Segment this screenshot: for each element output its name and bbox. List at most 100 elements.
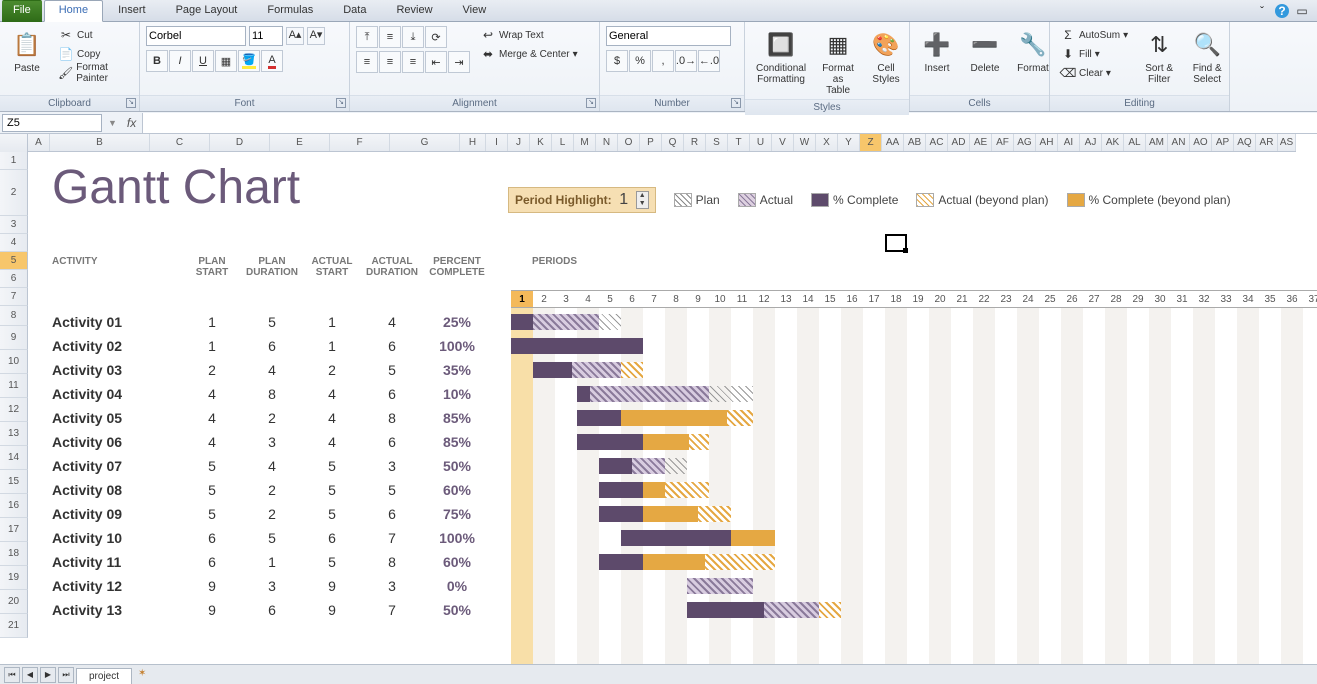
align-center-button[interactable]: ≡ bbox=[379, 51, 401, 73]
col-header-G[interactable]: G bbox=[390, 134, 460, 151]
col-header-AQ[interactable]: AQ bbox=[1234, 134, 1256, 151]
row-header-8[interactable]: 8 bbox=[0, 306, 28, 326]
col-header-AA[interactable]: AA bbox=[882, 134, 904, 151]
col-header-K[interactable]: K bbox=[530, 134, 552, 151]
row-header-3[interactable]: 3 bbox=[0, 216, 28, 234]
row-header-11[interactable]: 11 bbox=[0, 374, 28, 398]
col-header-AB[interactable]: AB bbox=[904, 134, 926, 151]
name-box[interactable] bbox=[2, 114, 102, 132]
row-header-5[interactable]: 5 bbox=[0, 252, 28, 270]
col-header-V[interactable]: V bbox=[772, 134, 794, 151]
row-header-6[interactable]: 6 bbox=[0, 270, 28, 288]
col-header-AI[interactable]: AI bbox=[1058, 134, 1080, 151]
number-format-combo[interactable] bbox=[606, 26, 731, 46]
row-header-21[interactable]: 21 bbox=[0, 614, 28, 638]
col-header-AJ[interactable]: AJ bbox=[1080, 134, 1102, 151]
paste-button[interactable]: 📋Paste bbox=[6, 26, 48, 77]
row-header-10[interactable]: 10 bbox=[0, 350, 28, 374]
col-header-S[interactable]: S bbox=[706, 134, 728, 151]
row-header-18[interactable]: 18 bbox=[0, 542, 28, 566]
worksheet-area[interactable]: ABCDEFGHIJKLMNOPQRSTUVWXYZAAABACADAEAFAG… bbox=[0, 134, 1317, 664]
col-header-AL[interactable]: AL bbox=[1124, 134, 1146, 151]
fill-button[interactable]: ⬇Fill ▾ bbox=[1056, 45, 1132, 63]
shrink-font-button[interactable]: A▾ bbox=[307, 27, 325, 45]
conditional-formatting-button[interactable]: 🔲Conditional Formatting bbox=[751, 26, 811, 88]
clipboard-dialog-launcher[interactable]: ↘ bbox=[126, 98, 136, 108]
help-icon[interactable]: ? bbox=[1275, 4, 1289, 18]
alignment-dialog-launcher[interactable]: ↘ bbox=[586, 98, 596, 108]
col-header-Q[interactable]: Q bbox=[662, 134, 684, 151]
col-header-AS[interactable]: AS bbox=[1278, 134, 1296, 151]
row-header-9[interactable]: 9 bbox=[0, 326, 28, 350]
font-name-combo[interactable] bbox=[146, 26, 246, 46]
col-header-AN[interactable]: AN bbox=[1168, 134, 1190, 151]
col-header-AR[interactable]: AR bbox=[1256, 134, 1278, 151]
tab-page-layout[interactable]: Page Layout bbox=[161, 0, 253, 22]
increase-indent-button[interactable]: ⇥ bbox=[448, 51, 470, 73]
fx-button[interactable]: fx bbox=[121, 116, 142, 130]
col-header-AP[interactable]: AP bbox=[1212, 134, 1234, 151]
sheet-nav-first[interactable]: ⏮ bbox=[4, 667, 20, 683]
col-header-AE[interactable]: AE bbox=[970, 134, 992, 151]
sort-filter-button[interactable]: ⇅Sort & Filter bbox=[1138, 26, 1180, 88]
col-header-P[interactable]: P bbox=[640, 134, 662, 151]
font-size-combo[interactable] bbox=[249, 26, 283, 46]
row-header-17[interactable]: 17 bbox=[0, 518, 28, 542]
decrease-decimal-button[interactable]: ←.0 bbox=[698, 50, 720, 72]
comma-format-button[interactable]: , bbox=[652, 50, 674, 72]
sheet-nav-last[interactable]: ⏭ bbox=[58, 667, 74, 683]
col-header-AM[interactable]: AM bbox=[1146, 134, 1168, 151]
format-painter-button[interactable]: 🖌Format Painter bbox=[54, 64, 133, 82]
col-header-AG[interactable]: AG bbox=[1014, 134, 1036, 151]
col-header-AD[interactable]: AD bbox=[948, 134, 970, 151]
percent-format-button[interactable]: % bbox=[629, 50, 651, 72]
row-header-20[interactable]: 20 bbox=[0, 590, 28, 614]
col-header-R[interactable]: R bbox=[684, 134, 706, 151]
merge-center-button[interactable]: ⬌Merge & Center ▾ bbox=[476, 45, 582, 63]
minimize-ribbon-icon[interactable]: ˇ bbox=[1255, 4, 1269, 18]
col-header-T[interactable]: T bbox=[728, 134, 750, 151]
col-header-C[interactable]: C bbox=[150, 134, 210, 151]
spin-down-icon[interactable]: ▼ bbox=[637, 200, 648, 208]
col-header-M[interactable]: M bbox=[574, 134, 596, 151]
row-header-19[interactable]: 19 bbox=[0, 566, 28, 590]
tab-view[interactable]: View bbox=[448, 0, 502, 22]
col-header-B[interactable]: B bbox=[50, 134, 150, 151]
align-bottom-button[interactable]: ⤓ bbox=[402, 26, 424, 48]
insert-cells-button[interactable]: ➕Insert bbox=[916, 26, 958, 77]
col-header-AH[interactable]: AH bbox=[1036, 134, 1058, 151]
select-all-corner[interactable] bbox=[0, 134, 28, 152]
tab-home[interactable]: Home bbox=[44, 0, 103, 22]
number-dialog-launcher[interactable]: ↘ bbox=[731, 98, 741, 108]
decrease-indent-button[interactable]: ⇤ bbox=[425, 51, 447, 73]
cut-button[interactable]: ✂Cut bbox=[54, 26, 133, 44]
tab-insert[interactable]: Insert bbox=[103, 0, 161, 22]
col-header-Z[interactable]: Z bbox=[860, 134, 882, 151]
col-header-U[interactable]: U bbox=[750, 134, 772, 151]
col-header-AF[interactable]: AF bbox=[992, 134, 1014, 151]
format-as-table-button[interactable]: ▦Format as Table bbox=[817, 26, 859, 99]
sheet-nav-prev[interactable]: ◀ bbox=[22, 667, 38, 683]
spin-up-icon[interactable]: ▲ bbox=[637, 192, 648, 200]
row-header-13[interactable]: 13 bbox=[0, 422, 28, 446]
sheet-nav-next[interactable]: ▶ bbox=[40, 667, 56, 683]
fill-color-button[interactable]: 🪣 bbox=[238, 50, 260, 72]
italic-button[interactable]: I bbox=[169, 50, 191, 72]
col-header-H[interactable]: H bbox=[460, 134, 486, 151]
col-header-Y[interactable]: Y bbox=[838, 134, 860, 151]
autosum-button[interactable]: ΣAutoSum ▾ bbox=[1056, 26, 1132, 44]
col-header-I[interactable]: I bbox=[486, 134, 508, 151]
font-color-button[interactable]: A bbox=[261, 50, 283, 72]
name-box-dropdown[interactable]: ▼ bbox=[104, 118, 121, 128]
sheet-tab-project[interactable]: project bbox=[76, 668, 132, 684]
find-select-button[interactable]: 🔍Find & Select bbox=[1186, 26, 1228, 88]
col-header-J[interactable]: J bbox=[508, 134, 530, 151]
cell-styles-button[interactable]: 🎨Cell Styles bbox=[865, 26, 907, 88]
row-header-2[interactable]: 2 bbox=[0, 170, 28, 216]
copy-button[interactable]: 📄Copy bbox=[54, 45, 133, 63]
row-header-16[interactable]: 16 bbox=[0, 494, 28, 518]
increase-decimal-button[interactable]: .0→ bbox=[675, 50, 697, 72]
grow-font-button[interactable]: A▴ bbox=[286, 27, 304, 45]
tab-review[interactable]: Review bbox=[381, 0, 447, 22]
col-header-O[interactable]: O bbox=[618, 134, 640, 151]
